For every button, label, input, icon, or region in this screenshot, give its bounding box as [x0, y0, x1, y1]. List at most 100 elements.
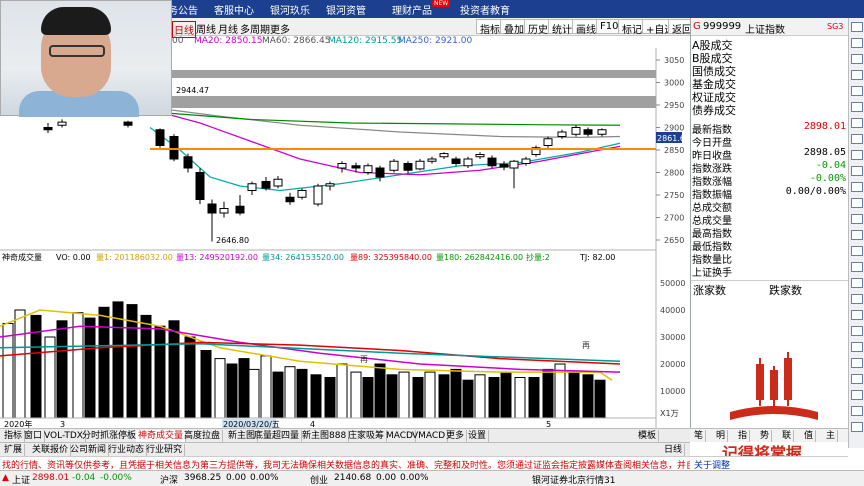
volume-legend-l13: 量13: 249520192.00 [176, 253, 258, 262]
sidebar-tool-icon[interactable] [851, 406, 863, 416]
rb-tab-4[interactable]: 势 [758, 430, 773, 442]
status-hs-value: 3968.25 [184, 473, 222, 483]
candle-up [597, 129, 607, 135]
quote-name: 上证指数 [745, 25, 785, 36]
candle-up [475, 154, 485, 158]
sidebar-tool-icon[interactable] [851, 70, 863, 80]
volume-bar [374, 363, 386, 419]
market-bond[interactable]: 债券成交 [692, 104, 736, 117]
sidebar-tool-icon[interactable] [851, 118, 863, 128]
menu-notices[interactable]: 务公告 [168, 2, 198, 17]
price-tick-label: 3050 [664, 56, 684, 65]
sidebar-tool-icon[interactable] [851, 214, 863, 224]
market-a-share[interactable]: A股成交 [692, 39, 736, 52]
status-hs-change: 0.00 [226, 473, 247, 483]
price-tick-label: 2700 [664, 214, 684, 223]
status-sh-value: 2898.01 [32, 473, 70, 483]
sidebar-tool-icon[interactable] [851, 358, 863, 368]
quote-row-value: 2898.05 [803, 147, 846, 158]
sidebar-tool-icon[interactable] [851, 54, 863, 64]
period-monthly[interactable]: 月线 [218, 21, 238, 36]
sidebar-tool-icon[interactable] [851, 422, 863, 432]
price-tick-label: 2650 [664, 236, 684, 245]
menu-asset-mgmt[interactable]: 银河资管 [326, 2, 366, 17]
status-sh-label: 上证 [12, 476, 31, 486]
sidebar-tool-icon[interactable] [851, 342, 863, 352]
quote-title: G 999999 上证指数 SG3 [691, 18, 849, 36]
tab-bottom-tabs1-4[interactable]: 神奇成交量 [136, 430, 187, 442]
volume-bar [200, 350, 212, 419]
market-b-share[interactable]: B股成交 [692, 52, 736, 65]
sidebar-tool-icon[interactable] [851, 22, 863, 32]
menu-investor-education[interactable]: 投资者教育 [460, 2, 510, 17]
candle-down [195, 172, 205, 200]
menu-service[interactable]: 客服中心 [214, 2, 254, 17]
sidebar-tool-icon[interactable] [851, 230, 863, 240]
daily-label: 日线 [662, 444, 686, 456]
volume-tick-label: 50000 [660, 279, 685, 288]
volume-bar [542, 368, 554, 419]
period-more[interactable]: 更多 [270, 21, 290, 36]
tab-bottom-tabs1-12[interactable]: 更多 [444, 430, 468, 442]
rb-tab-1[interactable]: 笔 [692, 430, 707, 442]
sidebar-tool-icon[interactable] [851, 310, 863, 320]
tab-bottom-tabs1-9[interactable]: 庄家吸筹 [346, 430, 388, 442]
sidebar-tool-icon[interactable] [851, 86, 863, 96]
sidebar-tool-icon[interactable] [851, 166, 863, 176]
sidebar-tool-icon[interactable] [851, 390, 863, 400]
tab-bottom-tabs2-1[interactable]: 关联报价 [30, 444, 72, 456]
volume-legend-tj: TJ: 82.00 [579, 253, 615, 262]
tab-bottom-tabs1-5[interactable]: 高度拉盘 [182, 430, 224, 442]
template-tab[interactable]: 模板 [636, 430, 660, 442]
candle-up [219, 208, 229, 214]
volume-bar [14, 309, 26, 419]
tab-bottom-tabs1-7[interactable]: 底量超四量 [252, 430, 303, 442]
sidebar-tool-icon[interactable] [851, 38, 863, 48]
price-tick-label: 2850 [664, 146, 684, 155]
volume-bar [296, 368, 308, 419]
tab-bottom-tabs2-4[interactable]: 行业研究 [144, 444, 186, 456]
sidebar-tool-icon[interactable] [851, 294, 863, 304]
volume-marker-2: 再 [582, 341, 590, 350]
volume-bar [362, 377, 374, 419]
rb-tab-5[interactable]: 联 [780, 430, 795, 442]
rb-tab-6[interactable]: 值 [802, 430, 817, 442]
market-treasury[interactable]: 国债成交 [692, 65, 736, 78]
tab-bottom-tabs1-13[interactable]: 设置 [466, 430, 490, 442]
menu-wealth-products[interactable]: 理财产品 [392, 2, 432, 17]
low-annotation: 2646.80 [216, 236, 249, 245]
tab-bottom-tabs1-11[interactable]: VMACD [410, 430, 449, 442]
sidebar-tool-icon[interactable] [851, 150, 863, 160]
sidebar-tool-icon[interactable] [851, 246, 863, 256]
sidebar-tool-icon[interactable] [851, 182, 863, 192]
tab-bottom-tabs1-8[interactable]: 新主图888 [300, 430, 350, 442]
volume-bar [450, 368, 462, 419]
sidebar-tool-icon[interactable] [851, 198, 863, 208]
period-weekly[interactable]: 周线 [196, 21, 216, 36]
rb-tab-2[interactable]: 明 [714, 430, 729, 442]
quote-row: 今日开盘 [691, 134, 848, 149]
market-list: A股成交 B股成交 国债成交 基金成交 权证成交 债券成交 [692, 39, 736, 117]
sidebar-tool-icon[interactable] [851, 262, 863, 272]
period-multi[interactable]: 多周期 [240, 21, 270, 36]
sidebar-tool-icon[interactable] [851, 278, 863, 288]
candle-up [521, 158, 531, 164]
sidebar-tool-icon[interactable] [851, 326, 863, 336]
rb-tab-7[interactable]: 主 [824, 430, 839, 442]
menu-galaxy-fun[interactable]: 银河玖乐 [270, 2, 310, 17]
down-count-label: 跌家数 [769, 284, 802, 297]
rb-tab-3[interactable]: 指 [736, 430, 751, 442]
sidebar-tool-icon[interactable] [851, 134, 863, 144]
tab-bottom-tabs1-3[interactable]: 分时抓涨停板 [80, 430, 140, 442]
tab-bottom-tabs2-3[interactable]: 行业动态 [106, 444, 148, 456]
sidebar-tool-icon[interactable] [851, 102, 863, 112]
quote-row-value: 2898.01 [803, 121, 846, 132]
tab-bottom-tabs2-0[interactable]: 扩展 [2, 444, 26, 456]
candle-up [557, 131, 567, 137]
candle-down [235, 205, 245, 214]
tab-bottom-tabs2-2[interactable]: 公司新闻 [68, 444, 110, 456]
market-fund[interactable]: 基金成交 [692, 78, 736, 91]
sidebar-tool-icon[interactable] [851, 374, 863, 384]
market-warrant[interactable]: 权证成交 [692, 91, 736, 104]
volume-marker-1: 再 [360, 355, 368, 364]
